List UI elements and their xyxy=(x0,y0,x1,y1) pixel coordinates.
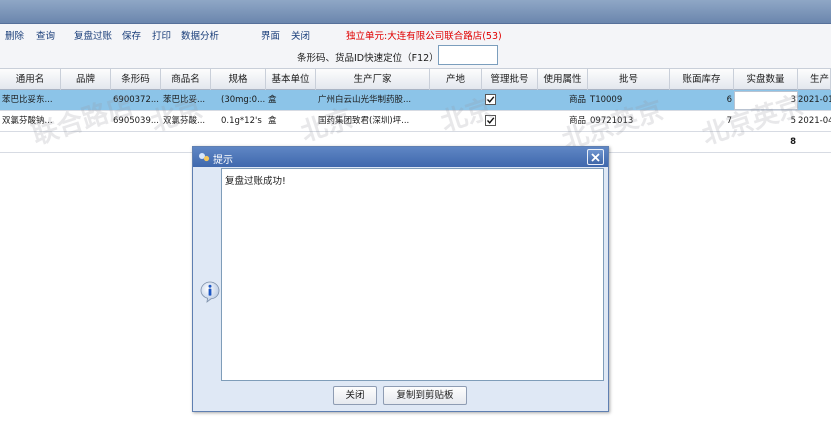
header-manufacturer[interactable]: 生产厂家 xyxy=(316,69,430,90)
cell-unit: 盒 xyxy=(268,116,277,126)
quick-locate-bar: 条形码、货品ID快速定位（F12） xyxy=(0,43,831,68)
batch-managed-checkbox[interactable] xyxy=(485,115,496,126)
data-analysis-button[interactable]: 数据分析 xyxy=(181,28,219,42)
header-spec[interactable]: 规格 xyxy=(211,69,266,90)
recheck-post-button[interactable]: 复盘过账 xyxy=(74,28,112,42)
dialog-body: 复盘过账成功! xyxy=(193,167,608,381)
total-actual-qty: 8 xyxy=(790,137,796,147)
header-barcode[interactable]: 条形码 xyxy=(111,69,161,90)
header-product-name[interactable]: 商品名 xyxy=(161,69,211,90)
batch-managed-checkbox[interactable] xyxy=(485,94,496,105)
copy-to-clipboard-button[interactable]: 复制到剪贴板 xyxy=(383,386,467,405)
cell-product-name: 苯巴比妥... xyxy=(163,95,206,105)
cell-spec: 0.1g*12's xyxy=(221,116,262,126)
cell-prod-date: 2021-04- xyxy=(798,116,831,126)
cell-spec: (30mg:0... xyxy=(221,95,266,105)
cell-origin xyxy=(430,111,482,131)
quick-locate-input[interactable] xyxy=(438,45,498,65)
quick-locate-label: 条形码、货品ID快速定位（F12） xyxy=(297,53,439,64)
cell-barcode: 6905039... xyxy=(113,116,159,126)
header-origin[interactable]: 产地 xyxy=(430,69,482,90)
header-book-stock[interactable]: 账面库存 xyxy=(670,69,734,90)
cell-generic-name: 苯巴比妥东... xyxy=(2,95,53,105)
cell-usage-attr: 商品 xyxy=(568,95,586,105)
header-actual-qty[interactable]: 实盘数量 xyxy=(734,69,798,90)
header-unit[interactable]: 基本单位 xyxy=(266,69,316,90)
cell-generic-name: 双氯芬酸钠... xyxy=(2,116,53,126)
delete-button[interactable]: 删除 xyxy=(5,28,24,42)
app-icon xyxy=(198,151,210,163)
toolbar: 删除 查询 复盘过账 保存 打印 数据分析 界面 关闭 独立单元:大连有限公司联… xyxy=(0,24,831,43)
cell-product-name: 双氯芬酸... xyxy=(163,116,206,126)
cell-actual-qty[interactable]: 5 xyxy=(734,111,798,131)
header-brand[interactable]: 品牌 xyxy=(61,69,111,90)
save-button[interactable]: 保存 xyxy=(122,28,141,42)
header-batch-no[interactable]: 批号 xyxy=(588,69,670,90)
cell-usage-attr: 商品 xyxy=(568,116,586,126)
interface-button[interactable]: 界面 xyxy=(261,28,280,42)
cell-batch-no: T10009 xyxy=(590,95,623,105)
dialog-message: 复盘过账成功! xyxy=(225,176,286,187)
table-row[interactable]: 苯巴比妥东... 6900372... 苯巴比妥... (30mg:0... 盒… xyxy=(0,90,831,111)
cell-batch-no: 09721013 xyxy=(590,116,634,126)
print-button[interactable]: 打印 xyxy=(152,28,171,42)
cell-prod-date: 2021-01- xyxy=(798,95,831,105)
header-batch-managed[interactable]: 管理批号 xyxy=(482,69,538,90)
header-generic-name[interactable]: 通用名 xyxy=(0,69,61,90)
dialog-titlebar[interactable]: 提示 xyxy=(193,147,608,167)
cell-unit: 盒 xyxy=(268,95,277,105)
header-usage-attr[interactable]: 使用属性 xyxy=(538,69,588,90)
cell-manufacturer: 国药集团致君(深圳)坪... xyxy=(318,116,410,126)
prompt-dialog: 提示 复盘过账成功! 关闭 复制到剪贴板 xyxy=(192,146,609,412)
message-textarea[interactable]: 复盘过账成功! xyxy=(221,168,604,381)
query-button[interactable]: 查询 xyxy=(36,28,55,42)
header-prod-date[interactable]: 生产 xyxy=(798,69,831,90)
grid-header: 通用名 品牌 条形码 商品名 规格 基本单位 生产厂家 产地 管理批号 使用属性… xyxy=(0,68,831,90)
table-row[interactable]: 双氯芬酸钠... 6905039... 双氯芬酸... 0.1g*12's 盒 … xyxy=(0,111,831,132)
cell-book-stock: 7 xyxy=(726,116,732,126)
dialog-close-icon[interactable] xyxy=(587,149,604,165)
dialog-close-button[interactable]: 关闭 xyxy=(333,386,377,405)
unit-label: 独立单元:大连有限公司联合路店(53) xyxy=(346,31,502,42)
cell-origin xyxy=(430,90,482,110)
cell-barcode: 6900372... xyxy=(113,95,159,105)
info-icon xyxy=(200,281,220,303)
cell-actual-qty[interactable]: 3 xyxy=(734,90,798,110)
cell-brand xyxy=(61,111,111,131)
app-titlebar xyxy=(0,0,831,24)
cell-brand xyxy=(61,90,111,110)
cell-manufacturer: 广州白云山光华制药股... xyxy=(318,95,412,105)
close-button[interactable]: 关闭 xyxy=(291,28,310,42)
cell-book-stock: 6 xyxy=(726,95,732,105)
dialog-title: 提示 xyxy=(213,155,233,166)
